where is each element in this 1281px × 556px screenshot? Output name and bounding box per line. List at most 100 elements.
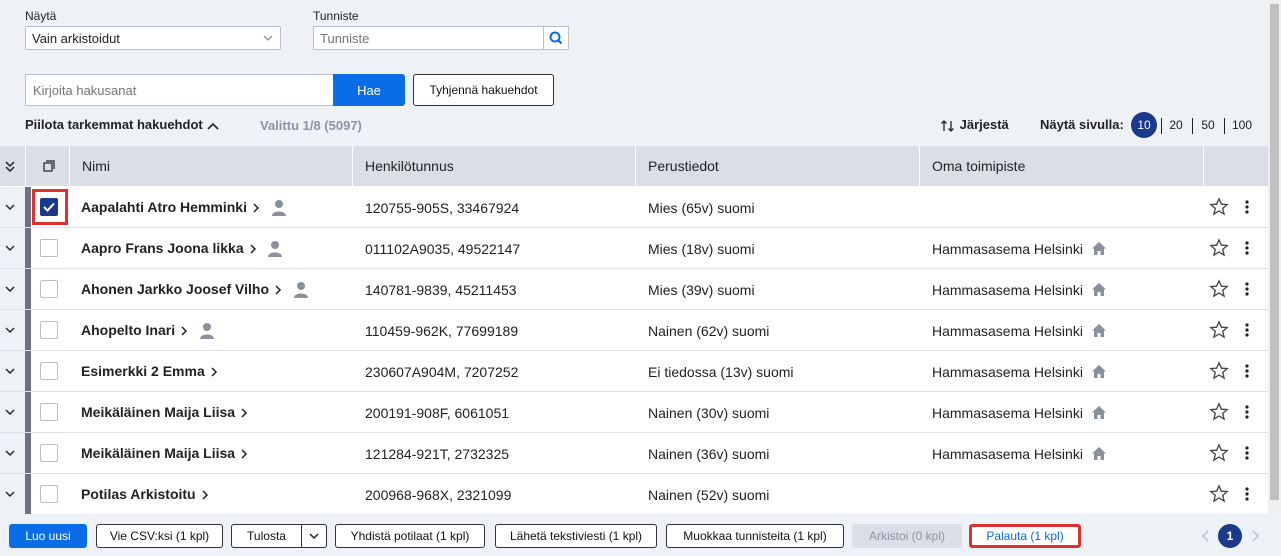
print-menu-button[interactable] <box>301 524 327 548</box>
patient-office: Hammasasema Helsinki <box>932 282 1107 298</box>
star-icon[interactable] <box>1209 443 1229 463</box>
per-page-20[interactable]: 20 <box>1165 112 1187 138</box>
row-checkbox[interactable] <box>40 362 58 380</box>
archive-button[interactable]: Arkistoi (0 kpl) <box>852 524 962 548</box>
row-status-bar <box>25 310 31 350</box>
chevron-right-icon <box>253 203 259 213</box>
table-row[interactable]: Ahopelto Inari 110459-962K, 77699189 Nain… <box>0 310 1268 351</box>
row-checkbox[interactable] <box>40 485 58 503</box>
column-basic-info[interactable]: Perustiedot <box>635 146 919 186</box>
row-status-bar <box>25 351 31 391</box>
more-menu-icon[interactable] <box>1240 279 1254 299</box>
row-expand-button[interactable] <box>0 228 25 268</box>
patient-ssn: 121284-921T, 2732325 <box>365 446 510 462</box>
more-menu-icon[interactable] <box>1240 484 1254 504</box>
patient-name-link[interactable]: Esimerkki 2 Emma <box>81 363 219 379</box>
per-page-10[interactable]: 10 <box>1131 112 1157 138</box>
row-expand-button[interactable] <box>0 392 25 432</box>
star-icon[interactable] <box>1209 197 1229 217</box>
row-status-bar <box>25 392 31 432</box>
table-row[interactable]: Aapro Frans Joona likka 011102A9035, 495… <box>0 228 1268 269</box>
star-icon[interactable] <box>1209 484 1229 504</box>
chevron-right-icon <box>201 490 208 500</box>
table-row[interactable]: Aapalahti Atro Hemminki 120755-905S, 334… <box>0 187 1268 228</box>
new-button[interactable]: Luo uusi <box>9 524 87 548</box>
per-page-label: Näytä sivulla: <box>1040 117 1124 132</box>
table-row[interactable]: Ahonen Jarkko Joosef Vilho 140781-9839, … <box>0 269 1268 310</box>
table-row[interactable]: Esimerkki 2 Emma 230607A904M, 7207252 Ei … <box>0 351 1268 392</box>
more-menu-icon[interactable] <box>1240 320 1254 340</box>
export-csv-button[interactable]: Vie CSV:ksi (1 kpl) <box>96 524 223 548</box>
more-menu-icon[interactable] <box>1240 402 1254 422</box>
star-icon[interactable] <box>1209 279 1229 299</box>
id-search-button[interactable] <box>543 26 569 50</box>
row-expand-button[interactable] <box>0 269 25 309</box>
search-input[interactable] <box>25 74 334 106</box>
patient-name-link[interactable]: Aapalahti Atro Hemminki <box>81 199 287 217</box>
column-name[interactable]: Nimi <box>69 146 352 186</box>
chevron-down-icon <box>309 533 319 540</box>
select-all-button[interactable] <box>25 146 69 186</box>
star-icon[interactable] <box>1209 320 1229 340</box>
row-checkbox[interactable] <box>40 239 58 257</box>
show-select[interactable]: Vain arkistoidut <box>25 26 281 50</box>
merge-patients-button[interactable]: Yhdistä potilaat (1 kpl) <box>335 524 485 548</box>
row-checkbox[interactable] <box>40 321 58 339</box>
more-menu-icon[interactable] <box>1240 361 1254 381</box>
row-expand-button[interactable] <box>0 474 25 514</box>
row-status-bar <box>25 474 31 514</box>
search-button[interactable]: Hae <box>333 74 405 106</box>
home-icon <box>1091 242 1106 256</box>
star-icon[interactable] <box>1209 402 1229 422</box>
row-expand-button[interactable] <box>0 433 25 473</box>
patient-name-link[interactable]: Ahonen Jarkko Joosef Vilho <box>81 281 309 299</box>
row-checkbox[interactable] <box>40 444 58 462</box>
more-menu-icon[interactable] <box>1240 443 1254 463</box>
patient-ssn: 120755-905S, 33467924 <box>365 200 520 216</box>
table-row[interactable]: Potilas Arkistoitu 200968-968X, 2321099 N… <box>0 474 1268 514</box>
patient-basic-info: Nainen (62v) suomi <box>648 323 770 339</box>
patient-name-link[interactable]: Meikäläinen Maija Liisa <box>81 445 249 461</box>
current-page[interactable]: 1 <box>1218 524 1242 548</box>
patient-name-link[interactable]: Aapro Frans Joona likka <box>81 240 283 258</box>
patient-name: Potilas Arkistoitu <box>81 486 196 502</box>
chevron-right-icon <box>241 408 248 418</box>
more-menu-icon[interactable] <box>1240 197 1254 217</box>
patient-name-link[interactable]: Meikäläinen Maija Liisa <box>81 404 249 420</box>
chevron-right-icon[interactable] <box>1249 529 1261 543</box>
restore-button[interactable]: Palauta (1 kpl) <box>969 524 1081 548</box>
table-row[interactable]: Meikäläinen Maija Liisa 200191-908F, 606… <box>0 392 1268 433</box>
row-expand-button[interactable] <box>0 187 25 227</box>
send-sms-button[interactable]: Lähetä tekstiviesti (1 kpl) <box>495 524 657 548</box>
per-page-50[interactable]: 50 <box>1197 112 1219 138</box>
hide-advanced-toggle[interactable]: Piilota tarkemmat hakuehdot <box>25 117 220 132</box>
patient-name-link[interactable]: Potilas Arkistoitu <box>81 486 210 502</box>
chevron-down-icon <box>263 35 273 41</box>
per-page-100[interactable]: 100 <box>1229 112 1255 138</box>
row-status-bar <box>25 269 31 309</box>
expand-all-button[interactable] <box>0 146 25 186</box>
edit-identifiers-button[interactable]: Muokkaa tunnisteita (1 kpl) <box>666 524 844 548</box>
star-icon[interactable] <box>1209 238 1229 258</box>
star-icon[interactable] <box>1209 361 1229 381</box>
patient-table: Nimi Henkilötunnus Perustiedot Oma toimi… <box>0 146 1268 514</box>
clear-filters-button[interactable]: Tyhjennä hakuehdot <box>413 74 554 106</box>
patient-name-link[interactable]: Ahopelto Inari <box>81 322 215 340</box>
filter-panel: Näytä Vain arkistoidut Tunniste Hae Tyhj… <box>0 0 1268 148</box>
more-menu-icon[interactable] <box>1240 238 1254 258</box>
chevron-left-icon[interactable] <box>1200 529 1212 543</box>
chevron-right-icon <box>241 449 248 459</box>
row-checkbox[interactable] <box>40 280 58 298</box>
row-checkbox[interactable] <box>40 403 58 421</box>
id-input[interactable] <box>313 26 544 50</box>
column-ssn[interactable]: Henkilötunnus <box>352 146 635 186</box>
scrollbar-thumb[interactable] <box>1270 4 1279 500</box>
row-expand-button[interactable] <box>0 351 25 391</box>
row-checkbox[interactable] <box>40 198 58 216</box>
table-row[interactable]: Meikäläinen Maija Liisa 121284-921T, 273… <box>0 433 1268 474</box>
sort-button[interactable]: Järjestä <box>940 117 1009 133</box>
column-office[interactable]: Oma toimipiste <box>919 146 1203 186</box>
print-button[interactable]: Tulosta <box>231 524 302 548</box>
row-expand-button[interactable] <box>0 310 25 350</box>
chevron-down-icon <box>5 409 15 415</box>
